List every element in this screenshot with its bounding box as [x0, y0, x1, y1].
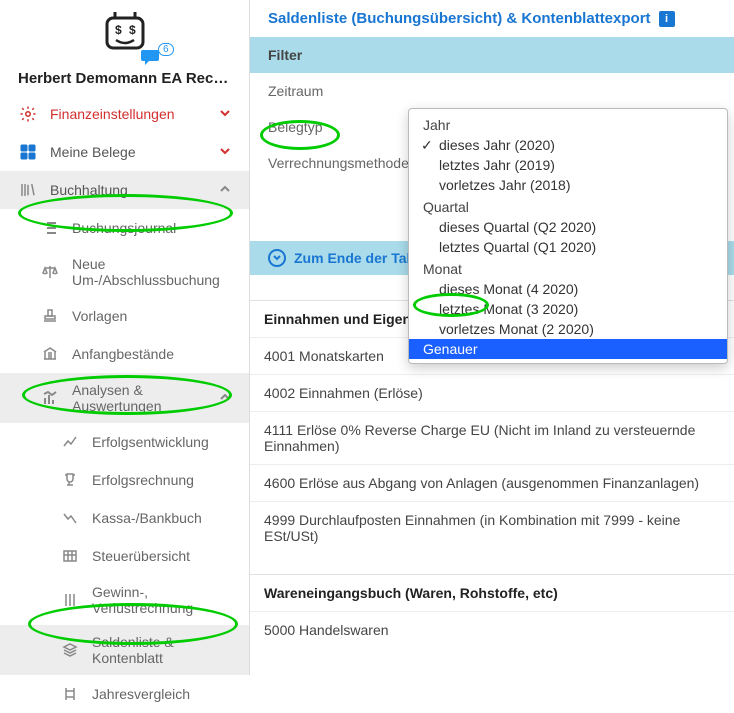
nav-gv-rechnung[interactable]: Gewinn-, Verlustrechnung: [0, 575, 249, 625]
stamp-icon: [40, 306, 60, 326]
dropdown-group-jahr: Jahr: [409, 113, 727, 135]
nav-buchungsjournal[interactable]: Buchungsjournal: [0, 209, 249, 247]
trend-down-icon: [60, 508, 80, 528]
filter-zeitraum[interactable]: Zeitraum: [250, 73, 734, 109]
dropdown-item[interactable]: vorletzes Monat (2 2020): [409, 319, 727, 339]
nav-label: Neue Um-/Abschlussbuchung: [72, 256, 231, 288]
nav-label: Finanzeinstellungen: [50, 106, 175, 122]
nav-saldenliste[interactable]: Saldenliste & Kontenblatt: [0, 625, 249, 675]
gear-icon: [18, 104, 38, 124]
nav-kassa[interactable]: Kassa-/Bankbuch: [0, 499, 249, 537]
nav-label: Buchungsjournal: [72, 220, 176, 236]
nav-label: Anfangbestände: [72, 346, 174, 362]
table-icon: [60, 546, 80, 566]
table-row[interactable]: 4111 Erlöse 0% Reverse Charge EU (Nicht …: [250, 411, 734, 464]
dropdown-item[interactable]: letztes Monat (3 2020): [409, 299, 727, 319]
table-row[interactable]: 4002 Einnahmen (Erlöse): [250, 374, 734, 411]
notification-count: 6: [158, 43, 174, 56]
nav-anfangbestaende[interactable]: Anfangbestände: [0, 335, 249, 373]
notification-badge[interactable]: 6: [140, 48, 162, 66]
table-row[interactable]: 4600 Erlöse aus Abgang von Anlagen (ausg…: [250, 464, 734, 501]
nav-umbuchung[interactable]: Neue Um-/Abschlussbuchung: [0, 247, 249, 297]
nav-vorlagen[interactable]: Vorlagen: [0, 297, 249, 335]
nav-label: Erfolgsrechnung: [92, 472, 194, 488]
nav-steueruebersicht[interactable]: Steuerübersicht: [0, 537, 249, 575]
nav-label: Erfolgsentwicklung: [92, 434, 209, 450]
dropdown-item[interactable]: letztes Quartal (Q1 2020): [409, 237, 727, 257]
compare-icon: [60, 684, 80, 704]
nav-label: Analysen & Auswertungen: [72, 382, 207, 414]
nav-label: Vorlagen: [72, 308, 127, 324]
chevron-up-icon: [219, 390, 231, 406]
trend-up-icon: [60, 432, 80, 452]
columns-icon: [60, 590, 80, 610]
chevron-up-icon: [219, 182, 231, 198]
nav-label: Steuerübersicht: [92, 548, 190, 564]
dropdown-item[interactable]: vorletzes Jahr (2018): [409, 175, 727, 195]
nav-label: Gewinn-, Verlustrechnung: [92, 584, 231, 616]
nav-meine-belege[interactable]: Meine Belege: [0, 133, 249, 171]
nav-label: Saldenliste & Kontenblatt: [92, 634, 231, 666]
bank-icon: [40, 344, 60, 364]
nav-finanzeinstellungen[interactable]: Finanzeinstellungen: [0, 95, 249, 133]
trophy-icon: [60, 470, 80, 490]
logo-area: $ $ 6: [0, 0, 249, 62]
dropdown-item[interactable]: letztes Jahr (2019): [409, 155, 727, 175]
books-icon: [18, 180, 38, 200]
layers-icon: [60, 640, 80, 660]
table-row[interactable]: 5000 Handelswaren: [250, 611, 734, 648]
nav-analysen[interactable]: Analysen & Auswertungen: [0, 373, 249, 423]
filter-header: Filter: [250, 37, 734, 73]
chevron-down-icon: [219, 144, 231, 160]
grid-icon: [18, 142, 38, 162]
dropdown-group-monat: Monat: [409, 257, 727, 279]
nav-erfolgsentwicklung[interactable]: Erfolgsentwicklung: [0, 423, 249, 461]
zeitraum-dropdown[interactable]: Jahr dieses Jahr (2020) letztes Jahr (20…: [408, 108, 728, 364]
sidebar: $ $ 6 Herbert Demomann EA Rechnun… Finanz…: [0, 0, 250, 675]
table-row[interactable]: 4999 Durchlaufposten Einnahmen (in Kombi…: [250, 501, 734, 554]
list-icon: [40, 218, 60, 238]
page-title-text: Saldenliste (Buchungsübersicht) & Konten…: [268, 10, 651, 27]
balance-icon: [40, 262, 60, 282]
svg-text:$: $: [129, 23, 136, 37]
nav-label: Buchhaltung: [50, 182, 128, 198]
nav-buchhaltung[interactable]: Buchhaltung: [0, 171, 249, 209]
info-icon[interactable]: i: [659, 11, 675, 27]
nav-jahresvergleich[interactable]: Jahresvergleich: [0, 675, 249, 713]
dropdown-item[interactable]: dieses Monat (4 2020): [409, 279, 727, 299]
username-label: Herbert Demomann EA Rechnun…: [0, 62, 249, 95]
dropdown-item[interactable]: dieses Jahr (2020): [409, 135, 727, 155]
section-wareneingang: Wareneingangsbuch (Waren, Rohstoffe, etc…: [250, 574, 734, 611]
dropdown-item[interactable]: dieses Quartal (Q2 2020): [409, 217, 727, 237]
dropdown-group-quartal: Quartal: [409, 195, 727, 217]
page-title: Saldenliste (Buchungsübersicht) & Konten…: [250, 10, 734, 37]
dropdown-item-genauer[interactable]: Genauer: [409, 339, 727, 359]
nav-label: Jahresvergleich: [92, 686, 190, 702]
scroll-hint-text: Zum Ende der Tabel: [294, 250, 427, 266]
chevron-down-circle-icon: [268, 249, 286, 267]
svg-text:$: $: [115, 23, 122, 37]
nav-erfolgsrechnung[interactable]: Erfolgsrechnung: [0, 461, 249, 499]
chart-icon: [40, 388, 60, 408]
nav-label: Meine Belege: [50, 144, 136, 160]
chevron-down-icon: [219, 106, 231, 122]
nav-label: Kassa-/Bankbuch: [92, 510, 202, 526]
